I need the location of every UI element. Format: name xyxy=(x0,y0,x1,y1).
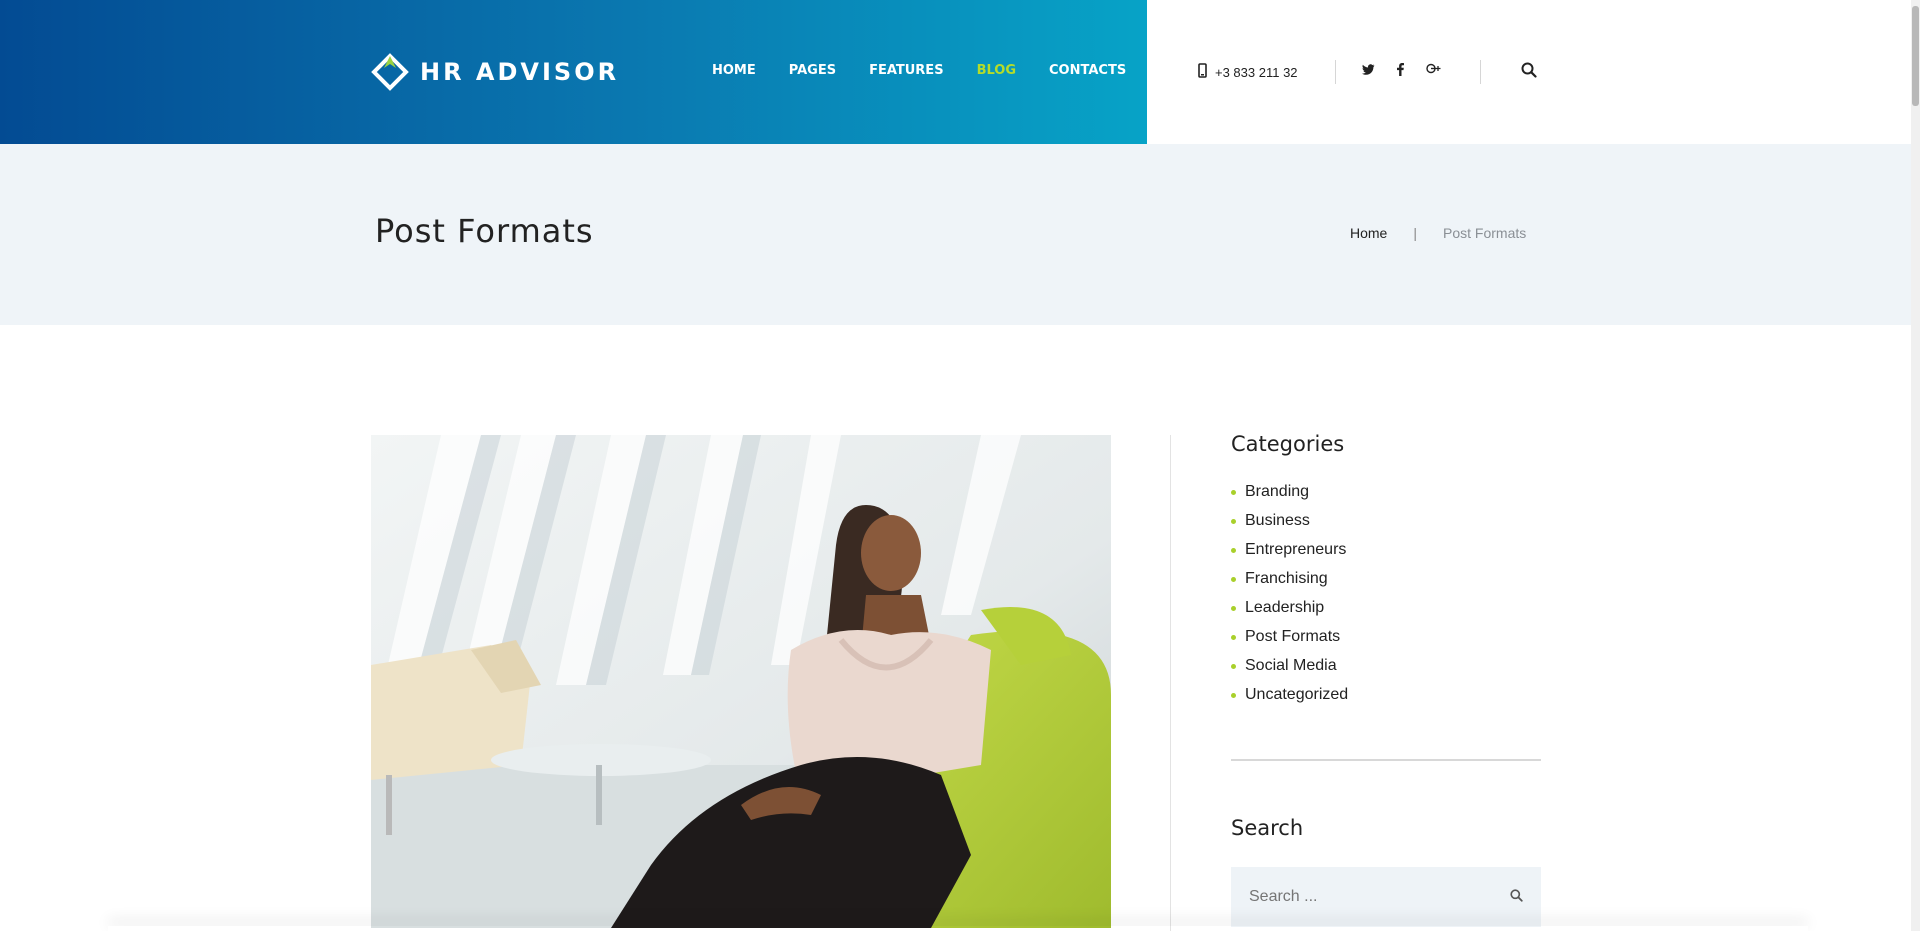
scrollbar-track[interactable] xyxy=(1911,0,1920,931)
main-nav: HOME PAGES FEATURES BLOG CONTACTS xyxy=(712,63,1159,78)
site-logo[interactable]: HR ADVISOR xyxy=(370,52,619,92)
woman-sitting-on-green-sofa-photo xyxy=(371,435,1111,928)
phone-contact[interactable]: +3 833 211 32 xyxy=(1198,63,1298,81)
category-link[interactable]: Post Formats xyxy=(1231,628,1541,657)
mobile-phone-icon xyxy=(1198,63,1207,81)
category-link[interactable]: Branding xyxy=(1231,483,1541,512)
nav-item-blog[interactable]: BLOG xyxy=(977,63,1016,78)
category-link[interactable]: Business xyxy=(1231,512,1541,541)
header-bar: HR ADVISOR HOME PAGES FEATURES BLOG CONT… xyxy=(0,0,1147,144)
category-link[interactable]: Franchising xyxy=(1231,570,1541,599)
breadcrumb-current: Post Formats xyxy=(1443,225,1527,241)
search-widget-title: Search xyxy=(1231,816,1304,840)
header-divider xyxy=(1335,60,1336,84)
category-link[interactable]: Social Media xyxy=(1231,657,1541,686)
phone-number: +3 833 211 32 xyxy=(1215,64,1298,80)
category-link[interactable]: Entrepreneurs xyxy=(1231,541,1541,570)
post-featured-image[interactable] xyxy=(371,435,1111,928)
facebook-icon[interactable] xyxy=(1397,63,1404,80)
nav-item-pages[interactable]: PAGES xyxy=(789,63,836,78)
breadcrumb-home-link[interactable]: Home xyxy=(1350,225,1387,241)
brand-name: HR ADVISOR xyxy=(420,58,620,86)
content-sidebar-divider xyxy=(1170,435,1171,931)
sidebar: Categories Branding Business Entrepreneu… xyxy=(1231,432,1541,927)
widget-divider xyxy=(1231,759,1541,761)
sidebar-search-box xyxy=(1231,867,1541,927)
nav-item-features[interactable]: FEATURES xyxy=(869,63,944,78)
categories-title: Categories xyxy=(1231,432,1345,456)
social-links xyxy=(1362,63,1463,80)
breadcrumb-separator: | xyxy=(1413,225,1417,241)
sidebar-search-input[interactable] xyxy=(1231,867,1499,927)
categories-list: Branding Business Entrepreneurs Franchis… xyxy=(1231,483,1541,715)
category-link[interactable]: Uncategorized xyxy=(1231,686,1541,715)
page-title: Post Formats xyxy=(375,212,594,250)
page-header-band xyxy=(0,144,1920,325)
search-icon[interactable] xyxy=(1521,62,1537,83)
header-divider xyxy=(1480,60,1481,84)
scrollbar-thumb[interactable] xyxy=(1912,6,1919,106)
nav-item-contacts[interactable]: CONTACTS xyxy=(1049,63,1126,78)
bottom-shadow xyxy=(108,926,1808,931)
twitter-icon[interactable] xyxy=(1362,63,1375,80)
logo-diamond-icon xyxy=(370,52,410,92)
breadcrumb: Home | Post Formats xyxy=(1350,225,1526,241)
search-icon[interactable] xyxy=(1510,889,1523,907)
nav-item-home[interactable]: HOME xyxy=(712,63,756,78)
category-link[interactable]: Leadership xyxy=(1231,599,1541,628)
google-plus-icon[interactable] xyxy=(1426,63,1441,80)
